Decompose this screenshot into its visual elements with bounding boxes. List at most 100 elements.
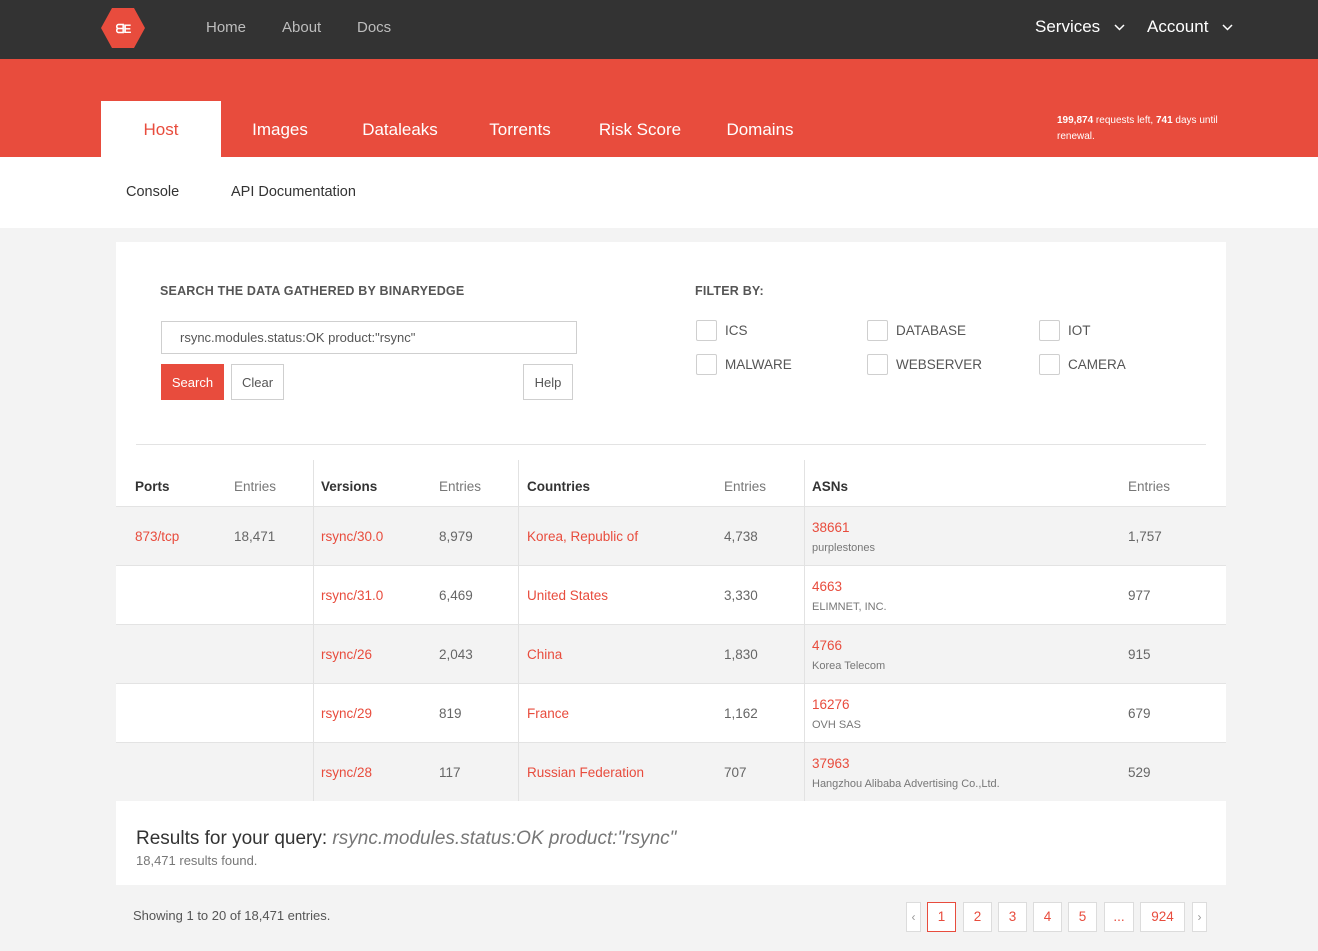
console-link[interactable]: Console (126, 184, 179, 200)
divider (136, 444, 1206, 445)
country-link[interactable]: France (527, 706, 569, 721)
filter-iot[interactable]: IOT (1039, 320, 1091, 341)
tab-host[interactable]: Host (101, 101, 221, 157)
nav-home-link[interactable]: Home (206, 19, 246, 36)
filter-label: CAMERA (1068, 357, 1126, 372)
filter-webserver[interactable]: WEBSERVER (867, 354, 982, 375)
results-query: rsync.modules.status:OK product:"rsync" (332, 828, 677, 849)
checkbox[interactable] (867, 354, 888, 375)
showing-entries: Showing 1 to 20 of 18,471 entries. (133, 908, 331, 923)
checkbox[interactable] (1039, 354, 1060, 375)
asn-entries: 529 (1128, 765, 1151, 780)
help-button[interactable]: Help (523, 364, 573, 400)
tab-domains[interactable]: Domains (700, 101, 820, 157)
filter-ics[interactable]: ICS (696, 320, 748, 341)
asn-link[interactable]: 4766 (812, 638, 842, 653)
nav-about-link[interactable]: About (282, 19, 321, 36)
asn-name: Hangzhou Alibaba Advertising Co.,Ltd. (812, 778, 1000, 790)
filter-label: ICS (725, 323, 748, 338)
checkbox[interactable] (696, 320, 717, 341)
api-docs-link[interactable]: API Documentation (231, 184, 356, 200)
table-row: rsync/31.0 6,469 United States 3,330 466… (116, 565, 1226, 624)
search-heading: SEARCH THE DATA GATHERED BY BINARYEDGE (160, 284, 465, 298)
asn-name: purplestones (812, 542, 875, 554)
header-version-entries: Entries (439, 479, 482, 494)
country-entries: 707 (724, 765, 747, 780)
page-4-button[interactable]: 4 (1033, 902, 1062, 932)
tab-dataleaks[interactable]: Dataleaks (340, 101, 460, 157)
tab-risk-score[interactable]: Risk Score (580, 101, 700, 157)
ellipsis-button[interactable]: ... (1104, 902, 1134, 932)
quota-info: 199,874 requests left, 741 days until re… (1057, 113, 1257, 145)
asn-entries: 1,757 (1128, 529, 1162, 544)
column-divider (804, 460, 805, 801)
account-menu[interactable]: Account (1147, 17, 1233, 37)
requests-left: 199,874 (1057, 115, 1094, 126)
column-divider (313, 460, 314, 801)
prev-page-button[interactable]: ‹ (906, 902, 921, 932)
asn-link[interactable]: 4663 (812, 579, 842, 594)
chevron-down-icon (1222, 24, 1233, 31)
header-countries: Countries (527, 479, 591, 494)
checkbox[interactable] (1039, 320, 1060, 341)
table-row: 873/tcp 18,471 rsync/30.0 8,979 Korea, R… (116, 506, 1226, 565)
search-button[interactable]: Search (161, 364, 224, 400)
asn-link[interactable]: 38661 (812, 520, 850, 535)
country-entries: 1,162 (724, 706, 758, 721)
country-link[interactable]: Korea, Republic of (527, 529, 638, 544)
requests-text: requests left, (1093, 115, 1156, 126)
days-left: 741 (1155, 115, 1173, 126)
asn-link[interactable]: 16276 (812, 697, 850, 712)
filter-malware[interactable]: MALWARE (696, 354, 792, 375)
version-link[interactable]: rsync/26 (321, 647, 372, 662)
port-link[interactable]: 873/tcp (135, 529, 179, 544)
filter-database[interactable]: DATABASE (867, 320, 966, 341)
table-row: rsync/28 117 Russian Federation 707 3796… (116, 742, 1226, 801)
country-entries: 4,738 (724, 529, 758, 544)
next-page-button[interactable]: › (1192, 902, 1207, 932)
filter-label: IOT (1068, 323, 1091, 338)
version-link[interactable]: rsync/28 (321, 765, 372, 780)
asn-name: ELIMNET, INC. (812, 601, 887, 613)
page-5-button[interactable]: 5 (1068, 902, 1097, 932)
table-row: rsync/26 2,043 China 1,830 4766 Korea Te… (116, 624, 1226, 683)
services-menu[interactable]: Services (1035, 17, 1125, 37)
sub-navbar: Console API Documentation (0, 157, 1318, 228)
asn-entries: 977 (1128, 588, 1151, 603)
clear-button[interactable]: Clear (231, 364, 284, 400)
version-link[interactable]: rsync/30.0 (321, 529, 383, 544)
country-link[interactable]: China (527, 647, 562, 662)
header-asn-entries: Entries (1128, 479, 1171, 494)
results-title: Results for your query: rsync.modules.st… (136, 828, 676, 850)
checkbox[interactable] (867, 320, 888, 341)
binaryedge-logo[interactable]: ᗺE (100, 7, 146, 49)
page-2-button[interactable]: 2 (963, 902, 992, 932)
nav-docs-link[interactable]: Docs (357, 19, 391, 36)
page-3-button[interactable]: 3 (998, 902, 1027, 932)
filter-label: DATABASE (896, 323, 967, 338)
table-row: rsync/29 819 France 1,162 16276 OVH SAS … (116, 683, 1226, 742)
version-entries: 6,469 (439, 588, 473, 603)
main-panel: SEARCH THE DATA GATHERED BY BINARYEDGE S… (116, 242, 1226, 951)
tab-images[interactable]: Images (220, 101, 340, 157)
checkbox[interactable] (696, 354, 717, 375)
country-link[interactable]: Russian Federation (527, 765, 644, 780)
version-link[interactable]: rsync/31.0 (321, 588, 383, 603)
tab-torrents[interactable]: Torrents (460, 101, 580, 157)
version-link[interactable]: rsync/29 (321, 706, 372, 721)
asn-link[interactable]: 37963 (812, 756, 850, 771)
results-prefix: Results for your query: (136, 828, 333, 849)
country-link[interactable]: United States (527, 588, 608, 603)
country-entries: 3,330 (724, 588, 758, 603)
page-1-button[interactable]: 1 (927, 902, 956, 932)
version-entries: 819 (439, 706, 462, 721)
page-last-button[interactable]: 924 (1140, 902, 1185, 932)
header-country-entries: Entries (724, 479, 767, 494)
asn-entries: 915 (1128, 647, 1151, 662)
services-label: Services (1035, 17, 1101, 36)
country-entries: 1,830 (724, 647, 758, 662)
header-asns: ASNs (812, 479, 849, 494)
column-divider (518, 460, 519, 801)
search-input[interactable] (161, 321, 577, 354)
filter-camera[interactable]: CAMERA (1039, 354, 1126, 375)
